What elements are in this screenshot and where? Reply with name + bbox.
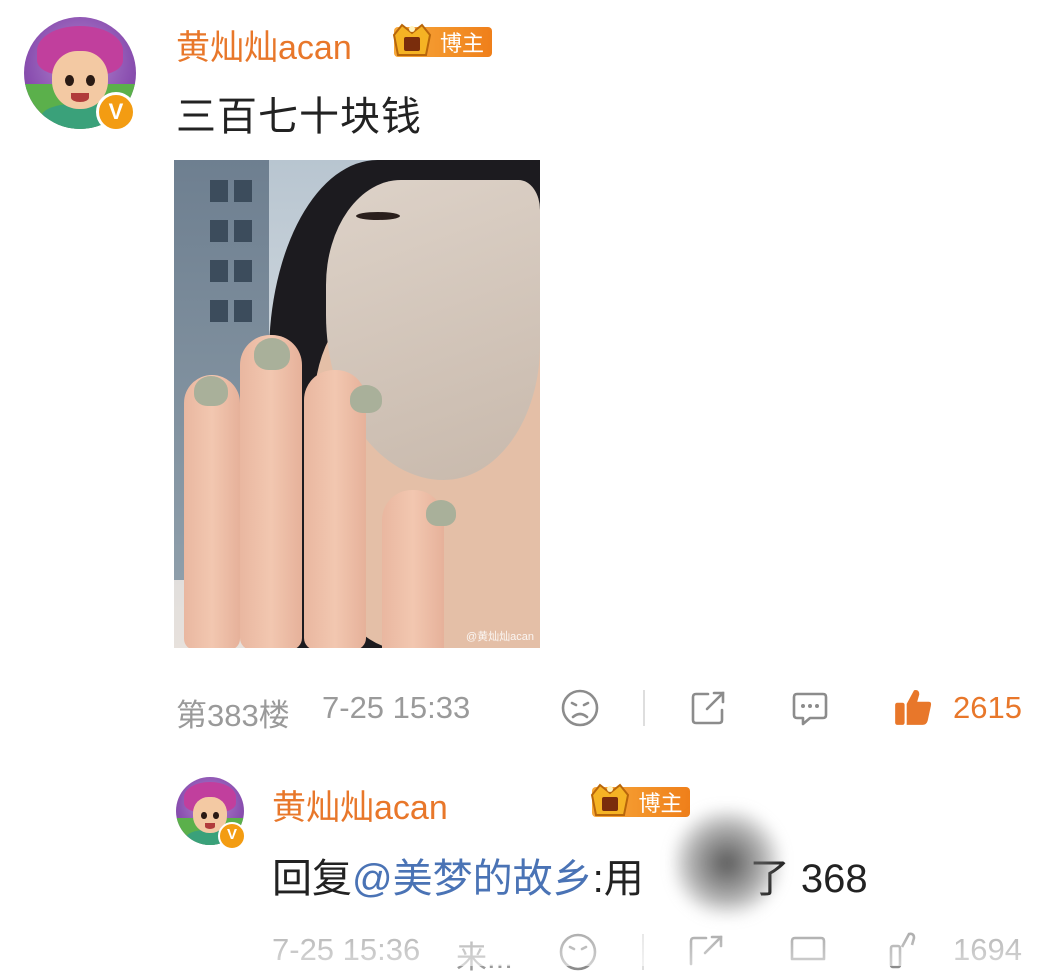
censor-blur bbox=[672, 808, 782, 918]
reply-blogger-badge: 博主 bbox=[591, 783, 691, 817]
reply-blogger-badge-label: 博主 bbox=[638, 791, 683, 816]
reply-share-icon[interactable] bbox=[686, 932, 726, 972]
username[interactable]: 黄灿灿acan bbox=[176, 20, 352, 69]
reply-comment-icon[interactable] bbox=[788, 932, 828, 972]
post-text: 三百七十块钱 bbox=[176, 95, 422, 139]
reply-prefix: 回复 bbox=[272, 857, 352, 901]
crown-icon bbox=[392, 23, 432, 56]
reply-body: :用 bbox=[592, 857, 644, 901]
divider bbox=[643, 690, 645, 726]
mention-link[interactable]: @美梦的故乡 bbox=[352, 857, 593, 901]
blogger-badge-label: 博主 bbox=[440, 31, 485, 56]
divider bbox=[642, 934, 644, 970]
crown-icon bbox=[591, 783, 630, 816]
share-icon[interactable] bbox=[688, 688, 728, 728]
reply-verified-badge-icon: V bbox=[218, 822, 246, 850]
blogger-badge: 博主 bbox=[392, 23, 493, 57]
floor-number: 第383楼 bbox=[176, 698, 290, 733]
reply-like-thumb-icon[interactable] bbox=[888, 930, 928, 970]
reply-like-count: 1694 bbox=[953, 932, 1022, 967]
post-timestamp: 7-25 15:33 bbox=[322, 690, 471, 725]
reply-timestamp: 7-25 15:36 bbox=[272, 932, 421, 967]
comment-icon[interactable] bbox=[790, 688, 830, 728]
reply-username[interactable]: 黄灿灿acan bbox=[272, 780, 448, 829]
post-image[interactable]: @黄灿灿acan bbox=[174, 160, 540, 648]
like-thumb-icon[interactable] bbox=[892, 686, 934, 728]
reply-source: 来... bbox=[456, 940, 513, 975]
like-count: 2615 bbox=[953, 690, 1022, 725]
reply-dislike-face-icon[interactable] bbox=[558, 932, 598, 972]
dislike-face-icon[interactable] bbox=[560, 688, 600, 728]
image-watermark: @黄灿灿acan bbox=[465, 631, 534, 643]
verified-badge-icon: V bbox=[96, 92, 136, 132]
